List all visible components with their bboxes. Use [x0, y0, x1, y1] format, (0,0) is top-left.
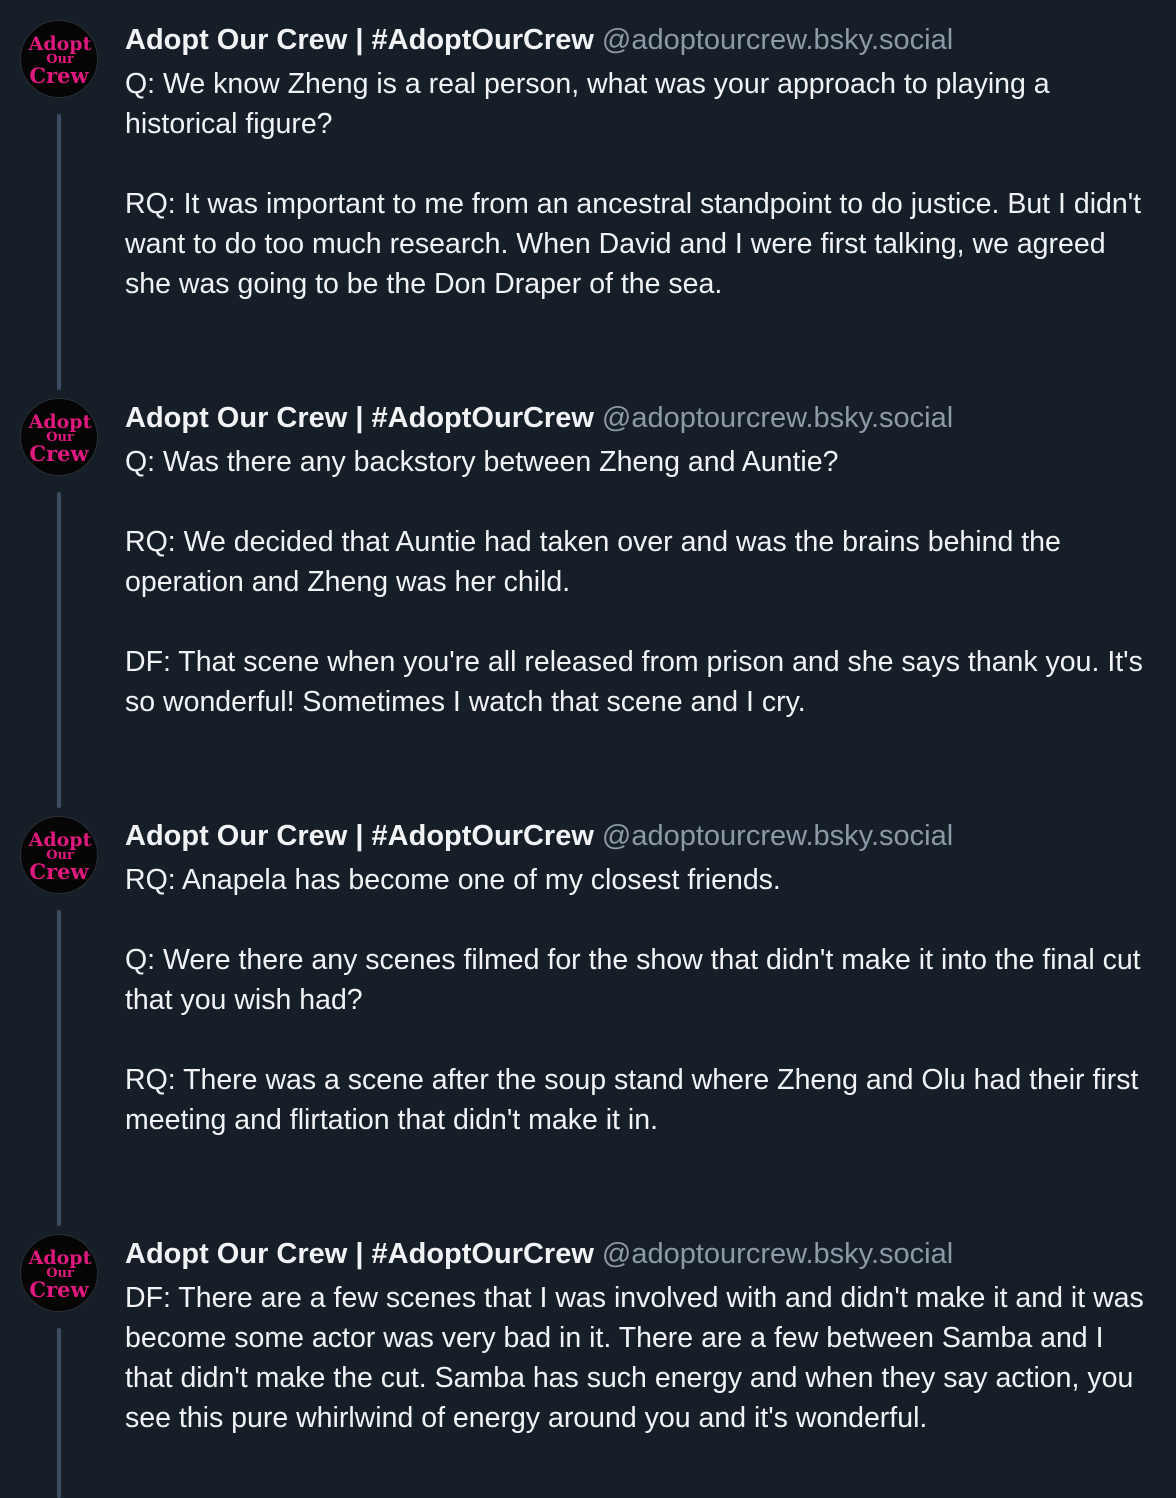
post-paragraph: RQ: We decided that Auntie had taken ove… [125, 526, 1061, 598]
post-text: Q: We know Zheng is a real person, what … [125, 64, 1150, 304]
avatar[interactable]: Adopt Our Crew [20, 1234, 98, 1312]
post-header: Adopt Our Crew | #AdoptOurCrew @adoptourc… [125, 816, 953, 856]
avatar[interactable]: Adopt Our Crew [20, 816, 98, 894]
post-header: Adopt Our Crew | #AdoptOurCrew @adoptourc… [125, 1234, 953, 1274]
handle[interactable]: @adoptourcrew.bsky.social [602, 24, 953, 56]
thread-line [57, 492, 61, 808]
gothic-logo-avatar-icon: Adopt Our Crew [28, 33, 92, 88]
thread-line [57, 1328, 61, 1498]
post-text: DF: There are a few scenes that I was in… [125, 1278, 1150, 1438]
post-paragraph: Q: Was there any backstory between Zheng… [125, 446, 839, 478]
avatar[interactable]: Adopt Our Crew [20, 398, 98, 476]
post-thread: Adopt Our Crew Adopt Our Crew | #AdoptOu… [0, 0, 1176, 1498]
thread-line [57, 910, 61, 1226]
display-name[interactable]: Adopt Our Crew | #AdoptOurCrew [125, 1238, 594, 1270]
post-paragraph: RQ: Anapela has become one of my closest… [125, 864, 781, 896]
gothic-logo-avatar-icon: Adopt Our Crew [28, 829, 92, 884]
handle[interactable]: @adoptourcrew.bsky.social [602, 1238, 953, 1270]
handle[interactable]: @adoptourcrew.bsky.social [602, 820, 953, 852]
avatar[interactable]: Adopt Our Crew [20, 20, 98, 98]
avatar-text-bottom: Crew [29, 1277, 89, 1302]
post-text: RQ: Anapela has become one of my closest… [125, 860, 1150, 1140]
display-name[interactable]: Adopt Our Crew | #AdoptOurCrew [125, 402, 594, 434]
post-paragraph: RQ: It was important to me from an ances… [125, 188, 1142, 300]
avatar-text-bottom: Crew [29, 859, 89, 884]
post-header: Adopt Our Crew | #AdoptOurCrew @adoptourc… [125, 20, 953, 60]
post-paragraph: DF: There are a few scenes that I was in… [125, 1282, 1144, 1434]
display-name[interactable]: Adopt Our Crew | #AdoptOurCrew [125, 24, 594, 56]
post-paragraph: Q: We know Zheng is a real person, what … [125, 68, 1050, 140]
avatar-text-bottom: Crew [29, 441, 89, 466]
display-name[interactable]: Adopt Our Crew | #AdoptOurCrew [125, 820, 594, 852]
handle[interactable]: @adoptourcrew.bsky.social [602, 402, 953, 434]
gothic-logo-avatar-icon: Adopt Our Crew [28, 1247, 92, 1302]
post-paragraph: RQ: There was a scene after the soup sta… [125, 1064, 1139, 1136]
avatar-text-bottom: Crew [29, 63, 89, 88]
thread-line [57, 114, 61, 390]
gothic-logo-avatar-icon: Adopt Our Crew [28, 411, 92, 466]
post-header: Adopt Our Crew | #AdoptOurCrew @adoptourc… [125, 398, 953, 438]
post-paragraph: DF: That scene when you're all released … [125, 646, 1143, 718]
post-paragraph: Q: Were there any scenes filmed for the … [125, 944, 1141, 1016]
post-text: Q: Was there any backstory between Zheng… [125, 442, 1150, 722]
